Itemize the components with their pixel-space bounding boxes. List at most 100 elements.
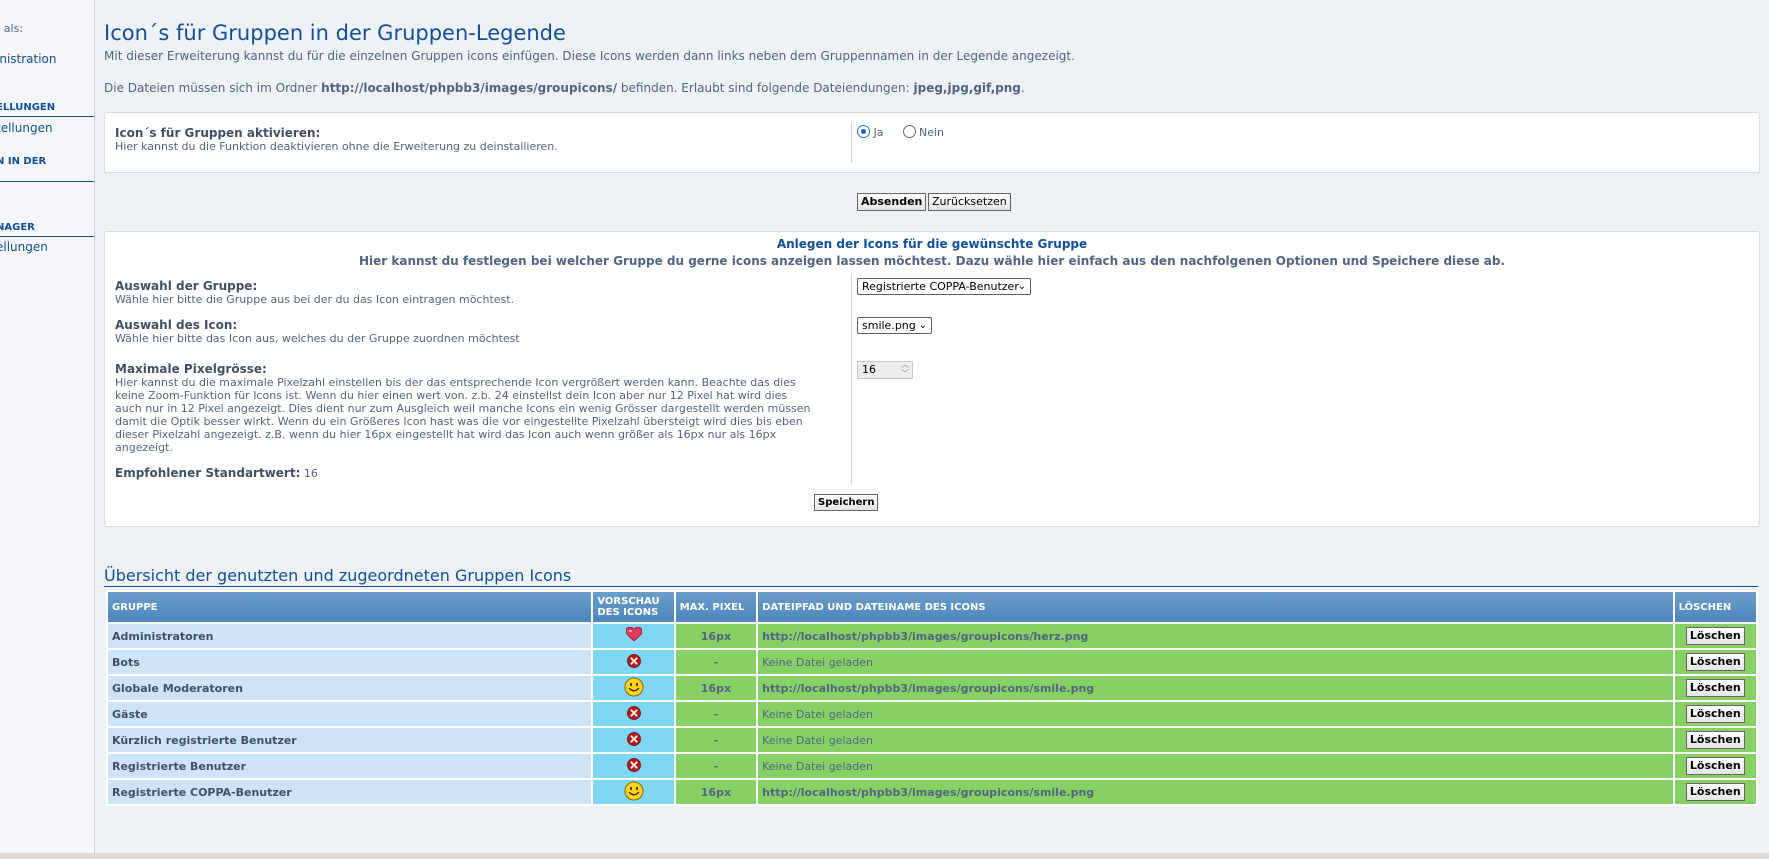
group-name-cell: Globale Moderatoren bbox=[108, 676, 592, 700]
column-divider bbox=[851, 274, 852, 484]
sidebar-divider bbox=[0, 116, 94, 117]
icon-select-description: Wähle hier bitte das Icon aus, welches d… bbox=[115, 332, 520, 345]
reset-button[interactable]: Zurücksetzen bbox=[928, 193, 1011, 211]
group-select-description: Wähle hier bitte die Gruppe aus bei der … bbox=[115, 293, 515, 306]
sidebar-link-settings[interactable]: tellungen bbox=[0, 121, 53, 135]
recommended-number: 16 bbox=[303, 467, 318, 480]
radio-no[interactable] bbox=[902, 125, 916, 138]
icon-select-value: smile.png bbox=[862, 319, 916, 332]
delete-button[interactable]: Löschen bbox=[1685, 731, 1745, 749]
radio-yes-label: Ja bbox=[873, 126, 884, 139]
delete-button[interactable]: Löschen bbox=[1685, 679, 1745, 697]
pixel-size-title: Maximale Pixelgrösse: bbox=[115, 362, 267, 376]
sidebar-link-administration[interactable]: inistration bbox=[0, 52, 57, 66]
column-divider bbox=[851, 123, 852, 163]
intro-text: Mit dieser Erweiterung kannst du für die… bbox=[104, 49, 1075, 63]
icon-preview-cell bbox=[593, 728, 674, 752]
error-icon bbox=[626, 653, 641, 671]
table-row: Gäste - Keine Datei geladen Löschen bbox=[108, 702, 1756, 726]
delete-cell: Löschen bbox=[1674, 650, 1756, 674]
intro-folder-text: Die Dateien müssen sich im Ordner http:/… bbox=[104, 81, 1025, 95]
file-path-cell: http://localhost/phpbb3/images/groupicon… bbox=[758, 676, 1673, 700]
icon-select-title: Auswahl des Icon: bbox=[115, 318, 238, 332]
group-select[interactable]: Registrierte COPPA-Benutzer ⌄ bbox=[857, 278, 1031, 295]
group-select-value: Registrierte COPPA-Benutzer bbox=[862, 280, 1019, 293]
sidebar-link-settings-2[interactable]: ellungen bbox=[0, 240, 48, 254]
delete-button[interactable]: Löschen bbox=[1685, 653, 1745, 671]
heart-icon bbox=[625, 626, 642, 645]
file-path-cell: Keine Datei geladen bbox=[758, 728, 1673, 752]
group-select-title: Auswahl der Gruppe: bbox=[115, 279, 258, 293]
delete-cell: Löschen bbox=[1674, 754, 1756, 778]
pixel-size-desc-line: angezeigt. bbox=[115, 441, 173, 454]
chevron-down-icon: ⌄ bbox=[918, 320, 927, 331]
save-button[interactable]: Speichern bbox=[814, 494, 879, 511]
chevron-down-icon: ⌄ bbox=[1017, 281, 1026, 292]
sidebar-section-settings: ELLUNGEN bbox=[0, 102, 56, 113]
delete-cell: Löschen bbox=[1674, 728, 1756, 752]
max-pixel-cell: 16px bbox=[675, 780, 757, 804]
spinner-arrows-icon[interactable]: ︿ ﹀ bbox=[901, 360, 909, 378]
sidebar-section-legend: N IN DER bbox=[0, 156, 47, 167]
icon-select-label: Auswahl des Icon: Wähle hier bitte das I… bbox=[115, 318, 520, 345]
pixel-size-desc-line: auch nur in 12 Pixel angezeigt. Dies die… bbox=[115, 402, 811, 415]
icon-select[interactable]: smile.png ⌄ bbox=[857, 317, 932, 334]
submit-button[interactable]: Absenden bbox=[857, 193, 927, 211]
delete-button[interactable]: Löschen bbox=[1685, 757, 1745, 775]
table-header-row: GRUPPE VORSCHAU DES ICONS MAX. PIXEL DAT… bbox=[108, 592, 1756, 622]
create-icon-panel: Anlegen der Icons für die gewünschte Gru… bbox=[104, 231, 1760, 527]
icon-preview-cell bbox=[593, 624, 674, 648]
pixel-size-desc-line: dieser Pixelzahl angezeigt. z.B. wenn du… bbox=[115, 428, 777, 441]
icon-preview-cell bbox=[593, 780, 674, 804]
sidebar-section-manager: NAGER bbox=[0, 222, 35, 233]
group-name-cell: Registrierte COPPA-Benutzer bbox=[108, 780, 592, 804]
page-title: Icon´s für Gruppen in der Gruppen-Legend… bbox=[104, 21, 566, 45]
activate-radio-group: Ja Nein bbox=[857, 125, 944, 139]
table-row: Bots - Keine Datei geladen Löschen bbox=[108, 650, 1756, 674]
delete-cell: Löschen bbox=[1674, 624, 1756, 648]
pixel-size-label: Maximale Pixelgrösse: Hier kannst du die… bbox=[115, 362, 811, 454]
column-header-path: DATEIPFAD UND DATEINAME DES ICONS bbox=[758, 592, 1673, 622]
file-path-cell: http://localhost/phpbb3/images/groupicon… bbox=[758, 780, 1673, 804]
delete-button[interactable]: Löschen bbox=[1685, 705, 1745, 723]
overview-title: Übersicht der genutzten und zugeordneten… bbox=[104, 566, 572, 585]
delete-button[interactable]: Löschen bbox=[1685, 627, 1745, 645]
pixel-size-desc-line: Hier kannst du die maximale Pixelzahl ei… bbox=[115, 376, 796, 389]
group-icons-table: GRUPPE VORSCHAU DES ICONS MAX. PIXEL DAT… bbox=[106, 590, 1758, 806]
table-row: Administratoren 16px http://localhost/phpb… bbox=[108, 624, 1756, 648]
group-name-cell: Administratoren bbox=[108, 624, 592, 648]
error-icon bbox=[626, 731, 641, 749]
icon-preview-cell bbox=[593, 754, 674, 778]
group-select-label: Auswahl der Gruppe: Wähle hier bitte die… bbox=[115, 279, 514, 306]
error-icon bbox=[626, 705, 641, 723]
sidebar: t als: inistration ELLUNGEN tellungen N … bbox=[0, 0, 95, 859]
column-header-delete: LÖSCHEN bbox=[1674, 592, 1756, 622]
pixel-size-desc-line: keine Zoom-Funktion für Icons ist. Wenn … bbox=[115, 389, 788, 402]
pixel-size-input[interactable]: 16 ︿ ﹀ bbox=[857, 360, 913, 379]
sidebar-divider bbox=[0, 181, 94, 182]
table-row: Registrierte Benutzer - Keine Datei gelade… bbox=[108, 754, 1756, 778]
file-path-cell: Keine Datei geladen bbox=[758, 650, 1673, 674]
group-name-cell: Registrierte Benutzer bbox=[108, 754, 592, 778]
radio-yes[interactable] bbox=[857, 125, 870, 138]
delete-button[interactable]: Löschen bbox=[1685, 783, 1745, 801]
logged-in-as: t als: bbox=[0, 22, 24, 35]
max-pixel-cell: 16px bbox=[675, 676, 757, 700]
file-path-cell: http://localhost/phpbb3/images/groupicon… bbox=[758, 624, 1673, 648]
intro-folder-end: . bbox=[1020, 81, 1025, 95]
create-subheading: Hier kannst du festlegen bei welcher Gru… bbox=[358, 254, 1506, 268]
delete-cell: Löschen bbox=[1674, 780, 1756, 804]
intro-extensions: jpeg,jpg,gif,png bbox=[913, 81, 1021, 95]
intro-folder-mid: befinden. Erlaubt sind folgende Dateiend… bbox=[617, 81, 914, 95]
activate-label: Icon´s für Gruppen aktivieren: Hier kann… bbox=[115, 126, 558, 153]
icon-preview-cell bbox=[593, 650, 674, 674]
max-pixel-cell: - bbox=[675, 754, 757, 778]
column-header-group: GRUPPE bbox=[108, 592, 592, 622]
activate-description: Hier kannst du die Funktion deaktivieren… bbox=[115, 140, 558, 153]
group-name-cell: Bots bbox=[108, 650, 592, 674]
intro-folder-path: http://localhost/phpbb3/images/groupicon… bbox=[321, 81, 618, 95]
max-pixel-cell: - bbox=[675, 702, 757, 726]
max-pixel-cell: 16px bbox=[675, 624, 757, 648]
max-pixel-cell: - bbox=[675, 728, 757, 752]
pixel-size-value: 16 bbox=[862, 363, 876, 376]
